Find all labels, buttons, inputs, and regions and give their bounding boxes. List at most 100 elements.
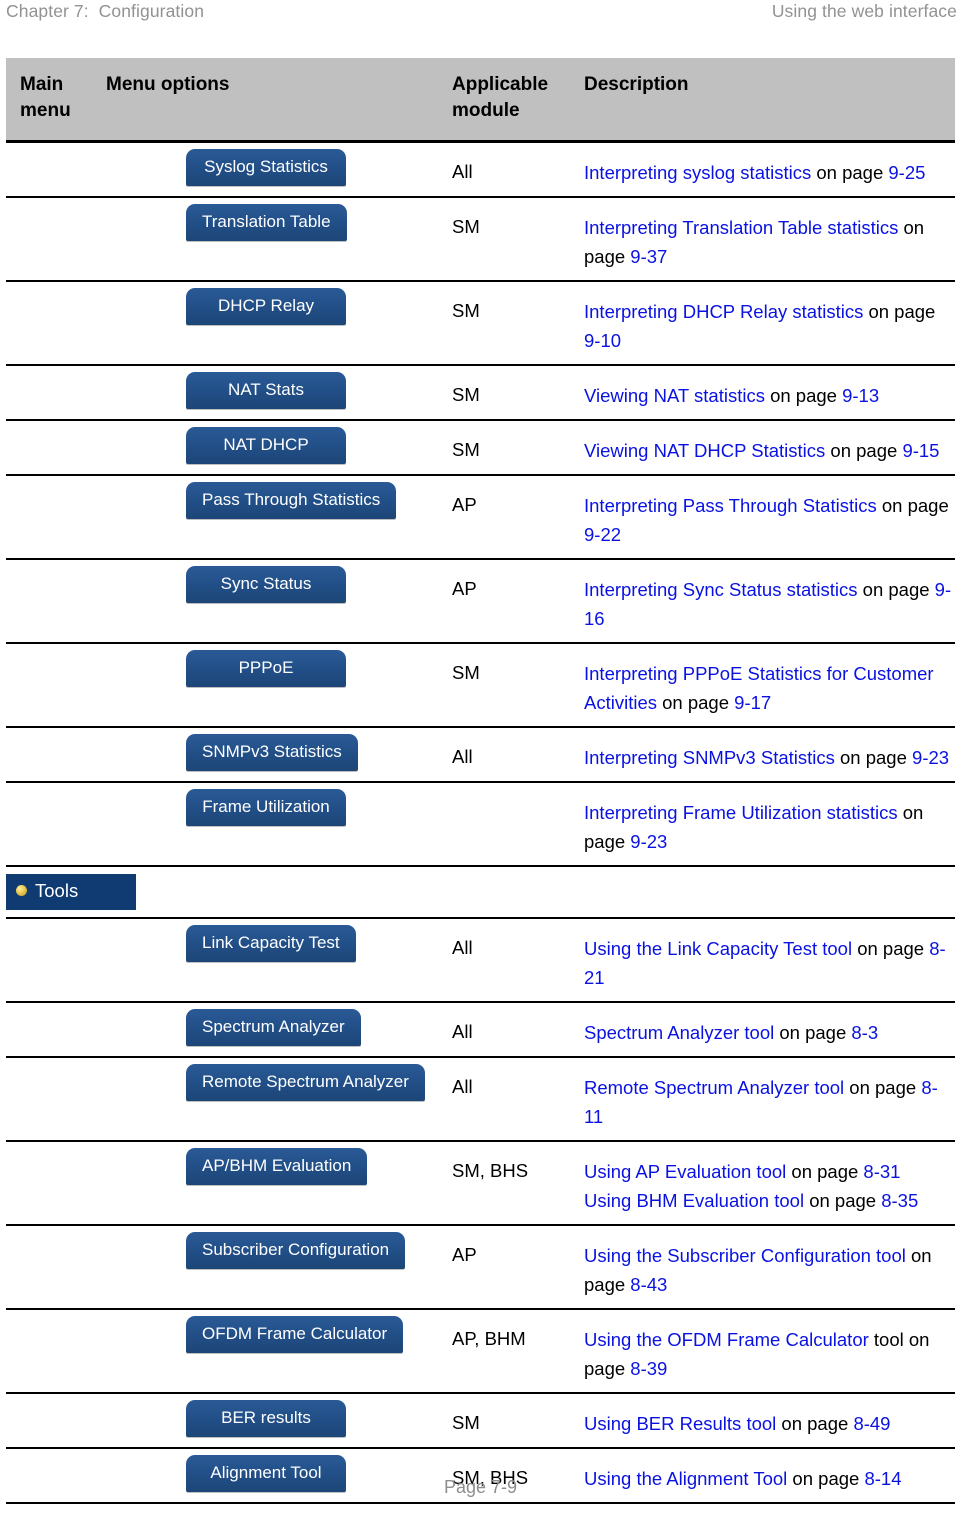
cross-reference-link[interactable]: Using the Subscriber Configuration tool <box>584 1245 906 1266</box>
cell-menu-options: Sync Status <box>96 559 451 644</box>
running-header: Chapter 7: Configuration Using the web i… <box>0 0 961 34</box>
nav-button-wrapper: DHCP Relay <box>96 288 451 325</box>
header-cell-description: Description <box>581 58 955 143</box>
table-row: Remote Spectrum Analyzer All Remote Spectr… <box>6 1056 955 1142</box>
cross-reference-link[interactable]: 9-23 <box>912 747 949 768</box>
menu-options-table: Main menu Menu options Applicable module… <box>6 58 955 1504</box>
cross-reference-link[interactable]: Using AP Evaluation tool <box>584 1161 786 1182</box>
cross-reference-link[interactable]: 8-49 <box>853 1413 890 1434</box>
cross-reference-link[interactable]: Interpreting syslog statistics <box>584 162 811 183</box>
cell-description: Interpreting SNMPv3 Statistics on page 9… <box>581 727 955 783</box>
table-row: Syslog Statistics All Interpreting syslog … <box>6 141 955 198</box>
menu-option-button[interactable]: AP/BHM Evaluation <box>186 1147 368 1185</box>
cell-main-menu <box>6 1056 96 1142</box>
applicable-module-text: SM <box>452 384 480 405</box>
menu-option-button[interactable]: Translation Table <box>186 204 347 241</box>
cross-reference-link[interactable]: 9-17 <box>734 692 771 713</box>
description-plain-text: on page <box>852 937 930 959</box>
cell-applicable-module: SM <box>451 197 581 282</box>
menu-option-button[interactable]: Syslog Statistics <box>186 149 346 186</box>
menu-option-button[interactable]: Spectrum Analyzer <box>186 1008 361 1046</box>
description-text: Spectrum Analyzer tool on page 8-3 <box>581 1012 955 1047</box>
column-header-main-menu: Main menu <box>20 74 71 121</box>
cross-reference-link[interactable]: Using the OFDM Frame Calculator <box>584 1329 869 1350</box>
menu-option-button[interactable]: PPPoE <box>186 650 346 687</box>
cross-reference-link[interactable]: Spectrum Analyzer tool <box>584 1022 774 1043</box>
cell-main-menu <box>6 1140 96 1226</box>
page-number-label: Page 7-9 <box>443 1477 518 1497</box>
cross-reference-link[interactable]: Using BHM Evaluation tool <box>584 1190 804 1211</box>
column-header-description: Description <box>584 74 689 95</box>
page-footer: Page 7-9 <box>0 1477 961 1498</box>
cell-menu-options: AP/BHM Evaluation <box>96 1140 451 1226</box>
description-text: Viewing NAT DHCP Statistics on page 9-15 <box>581 430 955 465</box>
cross-reference-link[interactable]: Using the Link Capacity Test tool <box>584 938 852 959</box>
cell-applicable-module: All <box>451 141 581 198</box>
header-cell-menu-options: Menu options <box>96 58 451 143</box>
cell-main-menu <box>6 1001 96 1058</box>
column-header-menu-options: Menu options <box>106 74 230 95</box>
cross-reference-link[interactable]: 8-39 <box>630 1358 667 1379</box>
applicable-module-text: AP, BHM <box>452 1327 526 1349</box>
cell-description: Using AP Evaluation tool on page 8-31 Usi… <box>581 1140 955 1226</box>
cross-reference-link[interactable]: Interpreting Translation Table statistic… <box>584 217 898 238</box>
cross-reference-link[interactable]: 9-37 <box>630 246 667 267</box>
cross-reference-link[interactable]: 9-23 <box>630 831 667 852</box>
cross-reference-link[interactable]: 9-25 <box>888 162 925 183</box>
menu-option-button[interactable]: OFDM Frame Calculator <box>186 1315 404 1353</box>
cross-reference-link[interactable]: Remote Spectrum Analyzer tool <box>584 1077 844 1098</box>
applicable-module-text: All <box>452 746 473 767</box>
menu-option-button[interactable]: NAT DHCP <box>186 427 346 464</box>
cell-description: Using the Subscriber Configuration tool … <box>581 1224 955 1310</box>
cell-main-menu <box>6 420 96 476</box>
running-header-chapter: Chapter 7: Configuration <box>6 1 205 21</box>
tools-section-banner[interactable]: Tools <box>6 874 136 910</box>
menu-option-button[interactable]: NAT Stats <box>186 372 346 409</box>
nav-button-wrapper: Syslog Statistics <box>96 149 451 186</box>
menu-option-button[interactable]: DHCP Relay <box>186 288 346 325</box>
description-plain-text: on page <box>857 579 935 600</box>
cross-reference-link[interactable]: 8-43 <box>630 1274 667 1295</box>
cross-reference-link[interactable]: Using BER Results tool <box>584 1413 776 1434</box>
table-header-row: Main menu Menu options Applicable module… <box>6 58 955 143</box>
menu-option-button[interactable]: Frame Utilization <box>186 789 346 826</box>
cell-menu-options: DHCP Relay <box>96 281 451 366</box>
cross-reference-link[interactable]: Interpreting Pass Through Statistics <box>584 495 877 516</box>
cell-applicable-module: SM <box>451 420 581 476</box>
cell-main-menu <box>6 197 96 282</box>
nav-button-wrapper: AP/BHM Evaluation <box>96 1147 451 1185</box>
table-row: Sync Status AP Interpreting Sync Status st… <box>6 559 955 644</box>
menu-option-button[interactable]: Remote Spectrum Analyzer <box>186 1063 425 1101</box>
applicable-module-text: SM <box>452 216 480 237</box>
cross-reference-link[interactable]: Interpreting SNMPv3 Statistics <box>584 747 835 768</box>
cell-menu-options: Remote Spectrum Analyzer <box>96 1056 451 1142</box>
cross-reference-link[interactable]: Viewing NAT DHCP Statistics <box>584 440 825 461</box>
cross-reference-link[interactable]: 9-22 <box>584 524 621 545</box>
cross-reference-link[interactable]: 8-3 <box>851 1022 878 1043</box>
cross-reference-link[interactable]: Interpreting Sync Status statistics <box>584 579 858 600</box>
cross-reference-link[interactable]: 8-35 <box>881 1190 918 1211</box>
cross-reference-link[interactable]: Interpreting DHCP Relay statistics <box>584 301 863 322</box>
description-plain-text: on page <box>863 301 936 322</box>
table-row: DHCP Relay SM Interpreting DHCP Relay stat… <box>6 281 955 366</box>
cross-reference-link[interactable]: Interpreting Frame Utilization statistic… <box>584 802 898 823</box>
cell-description: Interpreting Pass Through Statistics on … <box>581 475 955 560</box>
applicable-module-text: SM <box>452 439 480 460</box>
header-cell-applicable-module: Applicable module <box>451 58 581 143</box>
nav-button-wrapper: NAT DHCP <box>96 427 451 464</box>
menu-option-button[interactable]: Link Capacity Test <box>186 924 356 962</box>
menu-option-button[interactable]: SNMPv3 Statistics <box>186 734 358 771</box>
menu-option-button[interactable]: Subscriber Configuration <box>186 1231 406 1269</box>
nav-button-wrapper: Sync Status <box>96 566 451 603</box>
cell-description: Interpreting PPPoE Statistics for Custom… <box>581 643 955 728</box>
nav-button-wrapper: BER results <box>96 1399 451 1437</box>
menu-option-button[interactable]: BER results <box>186 1399 346 1437</box>
cross-reference-link[interactable]: Viewing NAT statistics <box>584 385 765 406</box>
cross-reference-link[interactable]: 9-10 <box>584 330 621 351</box>
menu-option-button[interactable]: Sync Status <box>186 566 346 603</box>
cross-reference-link[interactable]: 9-15 <box>902 440 939 461</box>
menu-option-button[interactable]: Pass Through Statistics <box>186 482 397 519</box>
cross-reference-link[interactable]: 8-31 <box>863 1161 900 1182</box>
description-text: Using the OFDM Frame Calculator tool on … <box>581 1319 955 1383</box>
cross-reference-link[interactable]: 9-13 <box>842 385 879 406</box>
